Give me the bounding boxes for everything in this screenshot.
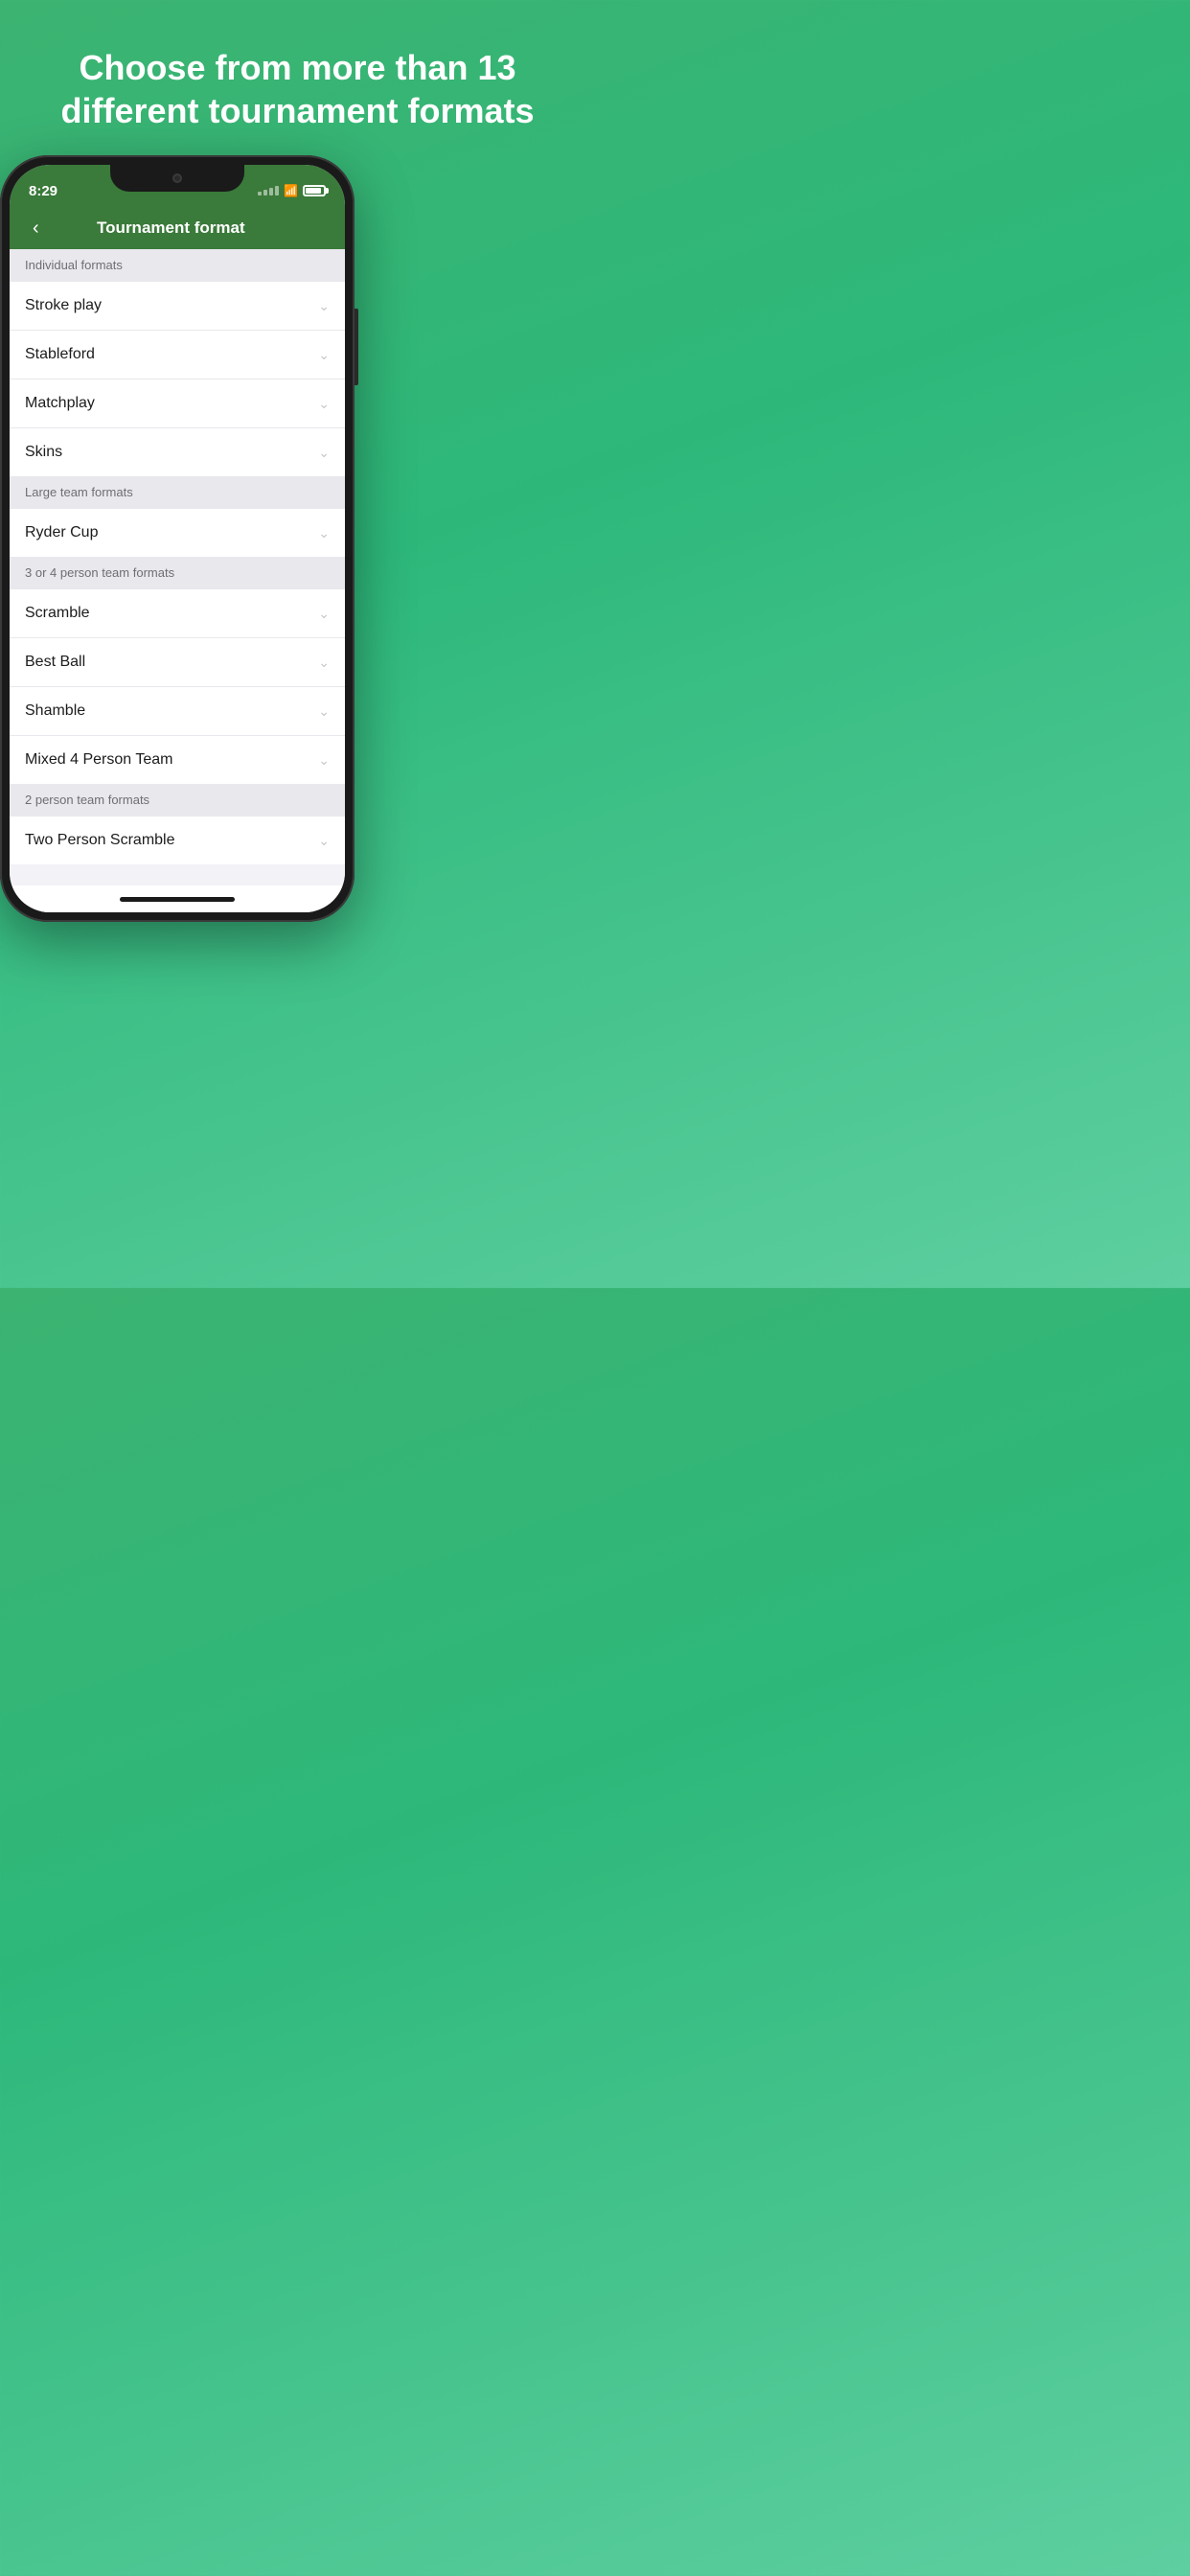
- page-header: Choose from more than 13 different tourn…: [0, 0, 595, 155]
- list-group-large-team: Ryder Cup ⌄: [10, 509, 345, 557]
- chevron-down-icon: ⌄: [318, 445, 330, 461]
- list-item-skins[interactable]: Skins ⌄: [10, 428, 345, 476]
- list-item-label-ryder-cup: Ryder Cup: [25, 524, 98, 541]
- list-item-label-best-ball: Best Ball: [25, 654, 85, 671]
- status-time: 8:29: [29, 183, 57, 199]
- list-item-label-stroke-play: Stroke play: [25, 297, 102, 314]
- list-item-scramble[interactable]: Scramble ⌄: [10, 589, 345, 638]
- chevron-down-icon: ⌄: [318, 606, 330, 622]
- list-item-ryder-cup[interactable]: Ryder Cup ⌄: [10, 509, 345, 557]
- list-item-stroke-play[interactable]: Stroke play ⌄: [10, 282, 345, 331]
- list-item-label-mixed-4-person: Mixed 4 Person Team: [25, 751, 172, 769]
- power-button: [355, 309, 358, 385]
- phone-mockup: 8:29 📶 ‹ Tournament form: [0, 155, 355, 922]
- list-item-label-two-person-scramble: Two Person Scramble: [25, 832, 175, 849]
- wifi-icon: 📶: [284, 184, 298, 197]
- chevron-down-icon: ⌄: [318, 655, 330, 671]
- page-title: Choose from more than 13 different tourn…: [29, 46, 566, 132]
- chevron-down-icon: ⌄: [318, 347, 330, 363]
- home-bar: [120, 897, 235, 902]
- phone-notch: [110, 165, 244, 192]
- section-label-3or4-person: 3 or 4 person team formats: [25, 565, 174, 580]
- list-item-matchplay[interactable]: Matchplay ⌄: [10, 380, 345, 428]
- chevron-down-icon: ⌄: [318, 833, 330, 849]
- list-item-label-shamble: Shamble: [25, 702, 85, 720]
- list-item-stableford[interactable]: Stableford ⌄: [10, 331, 345, 380]
- nav-title: Tournament format: [47, 218, 295, 238]
- chevron-down-icon: ⌄: [318, 525, 330, 541]
- chevron-down-icon: ⌄: [318, 703, 330, 720]
- back-button[interactable]: ‹: [25, 214, 47, 243]
- notch-camera: [172, 173, 182, 183]
- battery-fill: [306, 188, 321, 194]
- phone-screen: 8:29 📶 ‹ Tournament form: [10, 165, 345, 912]
- list-item-best-ball[interactable]: Best Ball ⌄: [10, 638, 345, 687]
- section-header-3or4-person: 3 or 4 person team formats: [10, 557, 345, 589]
- content-scroll[interactable]: Individual formats Stroke play ⌄ Stablef…: [10, 249, 345, 886]
- section-header-large-team: Large team formats: [10, 476, 345, 509]
- list-item-label-skins: Skins: [25, 444, 62, 461]
- signal-icon: [258, 186, 279, 196]
- section-label-individual: Individual formats: [25, 258, 123, 272]
- list-group-2-person: Two Person Scramble ⌄: [10, 816, 345, 864]
- list-item-label-stableford: Stableford: [25, 346, 95, 363]
- section-header-individual: Individual formats: [10, 249, 345, 282]
- phone-side-right: [355, 309, 358, 385]
- list-item-two-person-scramble[interactable]: Two Person Scramble ⌄: [10, 816, 345, 864]
- status-icons: 📶: [258, 184, 326, 197]
- app-nav-bar: ‹ Tournament format: [10, 207, 345, 249]
- list-item-shamble[interactable]: Shamble ⌄: [10, 687, 345, 736]
- chevron-down-icon: ⌄: [318, 396, 330, 412]
- list-item-mixed-4-person[interactable]: Mixed 4 Person Team ⌄: [10, 736, 345, 784]
- list-item-label-matchplay: Matchplay: [25, 395, 95, 412]
- list-group-individual: Stroke play ⌄ Stableford ⌄ Matchplay ⌄ S…: [10, 282, 345, 476]
- list-item-label-scramble: Scramble: [25, 605, 90, 622]
- page-wrapper: Choose from more than 13 different tourn…: [0, 0, 595, 922]
- battery-icon: [303, 185, 326, 196]
- home-indicator: [10, 886, 345, 912]
- section-label-2-person: 2 person team formats: [25, 793, 149, 807]
- section-header-2-person: 2 person team formats: [10, 784, 345, 816]
- list-group-3or4-person: Scramble ⌄ Best Ball ⌄ Shamble ⌄ Mixed 4…: [10, 589, 345, 784]
- chevron-down-icon: ⌄: [318, 298, 330, 314]
- section-label-large-team: Large team formats: [25, 485, 133, 499]
- chevron-down-icon: ⌄: [318, 752, 330, 769]
